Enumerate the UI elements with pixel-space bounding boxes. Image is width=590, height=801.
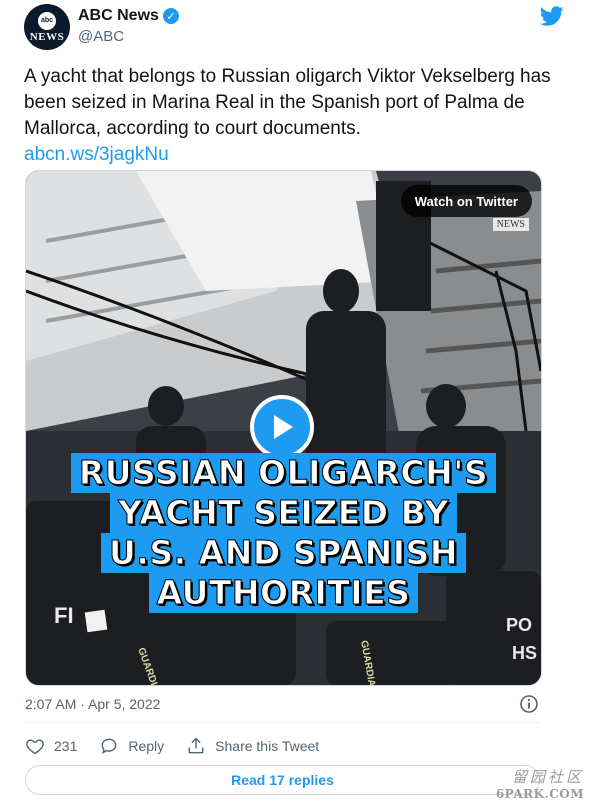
video-player[interactable]: Watch on Twitter NEWS RUSSIAN OLIGARCH'S… (25, 170, 542, 686)
site-watermark: 留园社区 6PARK.COM (496, 766, 584, 801)
info-icon[interactable] (519, 694, 539, 714)
play-button[interactable] (250, 395, 314, 459)
tweet-card: abc NEWS ABC News ✓ @ABC A yacht that be… (0, 0, 590, 801)
abc-logo: abc (38, 11, 56, 30)
account-avatar[interactable]: abc NEWS (24, 4, 70, 50)
read-replies-button[interactable]: Read 17 replies (25, 765, 540, 795)
tweet-link[interactable]: abcn.ws/3jagkNu (24, 142, 564, 168)
video-headline: RUSSIAN OLIGARCH'S YACHT SEIZED BY U.S. … (26, 453, 541, 613)
tweet-text: A yacht that belongs to Russian oligarch… (24, 66, 551, 139)
account-name-block: ABC News ✓ @ABC (78, 7, 179, 45)
like-count: 231 (54, 738, 78, 754)
headline-line: AUTHORITIES (148, 573, 419, 613)
twitter-bird-icon[interactable] (540, 4, 564, 28)
watch-on-twitter-button[interactable]: Watch on Twitter (400, 185, 532, 217)
headline-line: U.S. AND SPANISH (101, 533, 466, 573)
share-icon (188, 737, 204, 754)
share-button[interactable]: Share this Tweet (186, 736, 319, 756)
reply-label: Reply (128, 738, 165, 754)
play-icon (274, 415, 293, 439)
tweet-body: A yacht that belongs to Russian oligarch… (24, 64, 564, 168)
headline-line: YACHT SEIZED BY (110, 493, 457, 533)
like-button[interactable]: 231 (25, 736, 77, 756)
watermark-cn: 留园社区 (511, 768, 584, 786)
tweet-actions: 231 Reply Share this Tweet (25, 734, 341, 758)
heart-icon (26, 739, 44, 755)
account-display-name[interactable]: ABC News ✓ (78, 7, 179, 25)
reply-bubble-icon (101, 738, 117, 755)
tweet-timestamp[interactable]: 2:07 AM · Apr 5, 2022 (25, 696, 160, 712)
divider (25, 722, 540, 723)
abc-news-bug: NEWS (492, 218, 529, 231)
watermark-en: 6PARK.COM (495, 787, 584, 801)
display-name-text: ABC News (78, 7, 159, 24)
reply-button[interactable]: Reply (99, 736, 164, 756)
avatar-news-text: NEWS (29, 30, 65, 43)
verified-badge-icon: ✓ (162, 8, 179, 24)
share-label: Share this Tweet (215, 738, 320, 754)
account-handle[interactable]: @ABC (78, 28, 179, 45)
headline-line: RUSSIAN OLIGARCH'S (70, 453, 497, 493)
